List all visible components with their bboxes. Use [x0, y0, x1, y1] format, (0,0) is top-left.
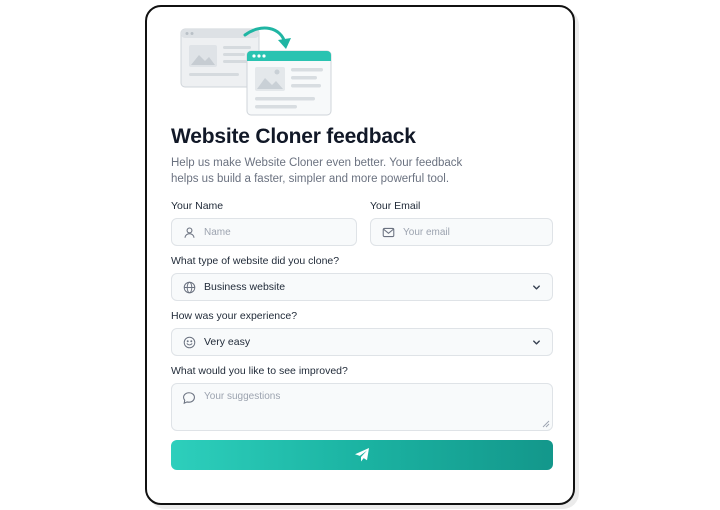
chevron-down-icon [530, 336, 542, 348]
suggestions-placeholder: Your suggestions [204, 391, 281, 402]
website-type-select[interactable]: Business website [171, 273, 553, 301]
improvements-label: What would you like to see improved? [171, 365, 348, 377]
feedback-card: Website Cloner feedback Help us make Web… [145, 5, 575, 505]
experience-value: Very easy [204, 336, 251, 348]
email-input[interactable]: Your email [370, 218, 553, 246]
email-label: Your Email [370, 200, 421, 212]
resize-handle-icon[interactable] [542, 420, 550, 428]
experience-label: How was your experience? [171, 310, 298, 322]
website-clone-illustration [180, 26, 332, 116]
mail-icon [381, 225, 395, 239]
send-icon [355, 448, 369, 462]
name-placeholder: Name [204, 226, 231, 238]
message-icon [182, 391, 196, 405]
chevron-down-icon [530, 281, 542, 293]
name-input[interactable]: Name [171, 218, 357, 246]
suggestions-textarea[interactable]: Your suggestions [171, 383, 553, 431]
experience-select[interactable]: Very easy [171, 328, 553, 356]
form-subtitle: Help us make Website Cloner even better.… [171, 157, 463, 185]
form-title: Website Cloner feedback [171, 125, 416, 148]
submit-button[interactable] [171, 440, 553, 470]
name-label: Your Name [171, 200, 224, 212]
smile-icon [182, 335, 196, 349]
website-type-value: Business website [204, 281, 286, 293]
user-icon [182, 225, 196, 239]
website-type-label: What type of website did you clone? [171, 255, 340, 267]
globe-icon [182, 280, 196, 294]
email-placeholder: Your email [403, 226, 450, 238]
